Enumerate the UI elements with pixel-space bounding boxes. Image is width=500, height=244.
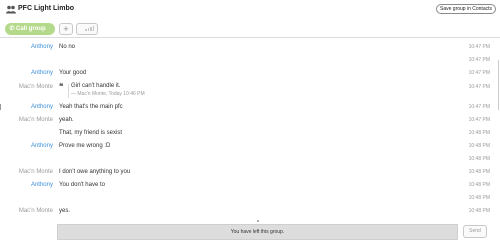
message-row: Mac'n Monte ❝ Girl can't handle it. — Ma… [0, 81, 500, 103]
quoted-message: ❝ Girl can't handle it. — Mac'n Monte, T… [59, 83, 219, 101]
message-sender[interactable]: Mac'n Monte [19, 169, 53, 175]
signal-bars-icon[interactable] [76, 23, 98, 35]
quote-text: Girl can't handle it. [71, 83, 121, 89]
message-time: 10:48 PM [468, 195, 490, 201]
chat-title: PFC Light Limbo [18, 5, 74, 12]
quote-icon: ❝ [59, 82, 64, 91]
chat-header: PFC Light Limbo Save group in Contacts [0, 0, 500, 20]
message-text: I don't owe anything to you [59, 169, 131, 175]
save-group-button[interactable]: Save group in Contacts [436, 4, 496, 14]
left-group-banner: You have left this group. [57, 224, 458, 240]
typing-indicator-dot [257, 220, 259, 222]
message-time: 10:47 PM [468, 57, 490, 63]
message-sender[interactable]: Anthony [31, 104, 53, 110]
message-time: 10:48 PM [468, 130, 490, 136]
message-text: Yeah that's the main pfc [59, 104, 123, 110]
message-time: 10:47 PM [468, 84, 490, 90]
message-text: Your good [59, 70, 87, 76]
message-time: 10:48 PM [468, 143, 490, 149]
message-row: 10:48 PM [0, 153, 500, 166]
message-time: 10:47 PM [468, 117, 490, 123]
message-list: Anthony No no 10:47 PM 10:47 PM Anthony … [0, 38, 500, 220]
message-text: You don't have to [59, 182, 105, 188]
message-sender[interactable]: Mac'n Monte [19, 208, 53, 214]
call-group-label: Call group [16, 26, 46, 32]
message-row: 10:48 PM [0, 192, 500, 205]
message-text: yes. [59, 208, 71, 214]
message-text: Prove me wrong :D [59, 143, 111, 149]
message-row: That, my friend is sexist 10:48 PM [0, 127, 500, 140]
call-group-button[interactable]: ✆Call group [5, 23, 55, 35]
message-row: Anthony No no 10:47 PM [0, 41, 500, 54]
message-text: yeah. [59, 117, 74, 123]
message-time: 10:47 PM [468, 44, 490, 50]
phone-icon: ✆ [9, 26, 15, 32]
message-time: 10:47 PM [468, 104, 490, 110]
call-toolbar: ✆Call group + [0, 21, 500, 37]
message-sender[interactable]: Mac'n Monte [19, 117, 53, 123]
message-sender[interactable]: Anthony [31, 44, 53, 50]
message-text: That, my friend is sexist [59, 130, 123, 136]
message-row: Anthony Yeah that's the main pfc 10:47 P… [0, 101, 500, 114]
message-row: Anthony Your good 10:47 PM [0, 67, 500, 80]
message-time: 10:47 PM [468, 70, 490, 76]
message-time: 10:48 PM [468, 182, 490, 188]
message-row: Anthony Prove me wrong :D 10:48 PM [0, 140, 500, 153]
message-row: Anthony You don't have to 10:48 PM [0, 179, 500, 192]
message-time: 10:48 PM [468, 156, 490, 162]
group-icon [6, 5, 16, 14]
quote-bar [68, 84, 69, 98]
message-row: Mac'n Monte I don't owe anything to you … [0, 166, 500, 179]
message-row: Mac'n Monte yeah. 10:47 PM [0, 114, 500, 127]
message-time: 10:48 PM [468, 169, 490, 175]
message-text: No no [59, 44, 76, 50]
message-time: 10:48 PM [468, 208, 490, 214]
quote-citation: — Mac'n Monte, Today 10:46 PM [71, 91, 145, 97]
send-button[interactable]: Send [463, 225, 487, 238]
message-row: 10:47 PM [0, 54, 500, 67]
message-row: Mac'n Monte yes. 10:48 PM [0, 205, 500, 218]
message-sender[interactable]: Anthony [31, 143, 53, 149]
message-sender[interactable]: Anthony [31, 70, 53, 76]
message-sender[interactable]: Mac'n Monte [19, 84, 53, 90]
add-participant-button[interactable]: + [59, 23, 73, 35]
message-sender[interactable]: Anthony [31, 182, 53, 188]
